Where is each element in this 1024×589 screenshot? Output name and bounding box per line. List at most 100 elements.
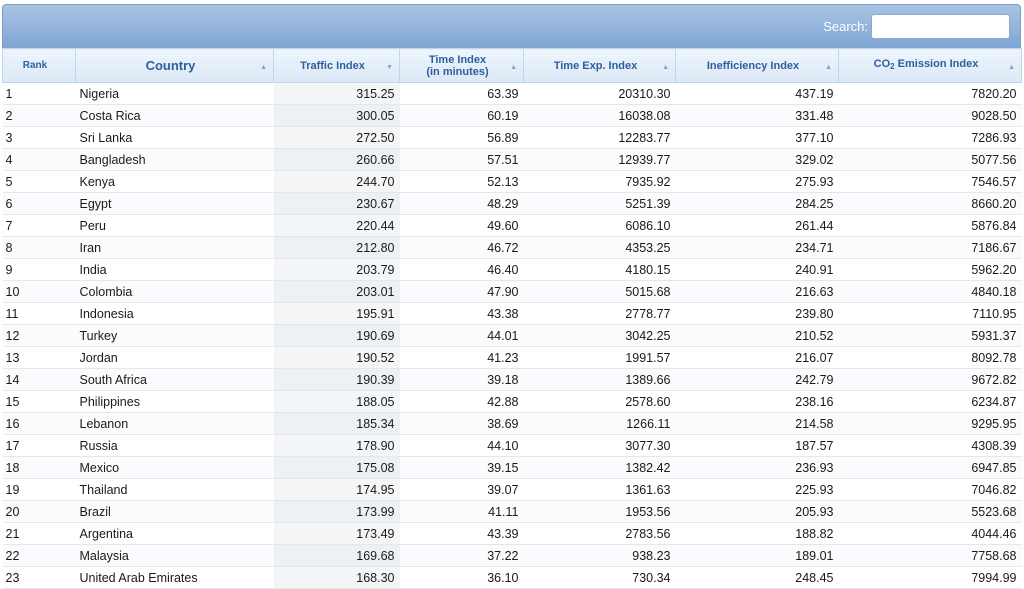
table-row: 10 Colombia 203.01 47.90 5015.68 216.63 4840.1… xyxy=(2,280,1022,303)
traffic-index-cell: 178.90 xyxy=(273,434,400,457)
co2-emission-index-cell: 7046.82 xyxy=(838,478,1022,501)
column-header-inefficiency-index[interactable]: Inefficiency Index ▲ xyxy=(675,48,839,83)
inefficiency-index-cell: 214.58 xyxy=(675,412,839,435)
rank-cell: 7 xyxy=(2,214,76,237)
time-index-cell: 43.39 xyxy=(399,522,524,545)
co2-emission-index-cell: 9028.50 xyxy=(838,104,1022,127)
co2-suffix: Emission Index xyxy=(894,58,979,70)
traffic-index-cell: 212.80 xyxy=(273,236,400,259)
rank-cell: 5 xyxy=(2,170,76,193)
co2-emission-index-cell: 8660.20 xyxy=(838,192,1022,215)
inefficiency-index-cell: 189.01 xyxy=(675,544,839,567)
time-exp-index-cell: 1382.42 xyxy=(523,456,676,479)
traffic-index-cell: 185.34 xyxy=(273,412,400,435)
table-row: 19 Thailand 174.95 39.07 1361.63 225.93 7046.8… xyxy=(2,478,1022,501)
traffic-index-cell: 175.08 xyxy=(273,456,400,479)
co2-emission-index-cell: 4308.39 xyxy=(838,434,1022,457)
rank-cell: 14 xyxy=(2,368,76,391)
rank-cell: 22 xyxy=(2,544,76,567)
country-cell: Malaysia xyxy=(75,544,274,567)
column-header-country[interactable]: Country ▲ xyxy=(75,48,274,83)
column-header-time-exp-index[interactable]: Time Exp. Index ▲ xyxy=(523,48,676,83)
time-exp-index-cell: 938.23 xyxy=(523,544,676,567)
country-cell: Jordan xyxy=(75,346,274,369)
country-cell: Turkey xyxy=(75,324,274,347)
inefficiency-index-cell: 284.25 xyxy=(675,192,839,215)
time-index-cell: 42.88 xyxy=(399,390,524,413)
time-exp-index-cell: 1266.11 xyxy=(523,412,676,435)
table-row: 14 South Africa 190.39 39.18 1389.66 242.79 96… xyxy=(2,368,1022,391)
table-row: 18 Mexico 175.08 39.15 1382.42 236.93 6947.85 xyxy=(2,456,1022,479)
co2-emission-index-cell: 7186.67 xyxy=(838,236,1022,259)
table-row: 11 Indonesia 195.91 43.38 2778.77 239.80 7110.… xyxy=(2,302,1022,325)
time-exp-index-cell: 12939.77 xyxy=(523,148,676,171)
country-cell: Thailand xyxy=(75,478,274,501)
rank-cell: 9 xyxy=(2,258,76,281)
traffic-index-cell: 188.05 xyxy=(273,390,400,413)
data-table: Rank Country ▲ Traffic Index ▼ Time Inde… xyxy=(2,48,1022,589)
co2-emission-index-cell: 7286.93 xyxy=(838,126,1022,149)
rank-cell: 23 xyxy=(2,566,76,589)
time-index-cell: 39.07 xyxy=(399,478,524,501)
co2-emission-index-cell: 7994.99 xyxy=(838,566,1022,589)
inefficiency-index-cell: 240.91 xyxy=(675,258,839,281)
inefficiency-index-cell: 261.44 xyxy=(675,214,839,237)
rank-cell: 17 xyxy=(2,434,76,457)
time-index-cell: 36.10 xyxy=(399,566,524,589)
column-header-label: Traffic Index xyxy=(300,59,365,72)
table-row: 17 Russia 178.90 44.10 3077.30 187.57 4308.39 xyxy=(2,434,1022,457)
sort-desc-icon: ▼ xyxy=(386,64,393,71)
co2-emission-index-cell: 9672.82 xyxy=(838,368,1022,391)
time-index-cell: 46.72 xyxy=(399,236,524,259)
column-header-traffic-index[interactable]: Traffic Index ▼ xyxy=(273,48,400,83)
table-row: 13 Jordan 190.52 41.23 1991.57 216.07 8092.78 xyxy=(2,346,1022,369)
traffic-index-cell: 195.91 xyxy=(273,302,400,325)
traffic-index-cell: 272.50 xyxy=(273,126,400,149)
inefficiency-index-cell: 275.93 xyxy=(675,170,839,193)
co2-emission-index-cell: 5962.20 xyxy=(838,258,1022,281)
time-index-cell: 49.60 xyxy=(399,214,524,237)
country-cell: India xyxy=(75,258,274,281)
country-cell: United Arab Emirates xyxy=(75,566,274,589)
co2-emission-index-cell: 5876.84 xyxy=(838,214,1022,237)
time-exp-index-cell: 1991.57 xyxy=(523,346,676,369)
column-header-co2-emission-index[interactable]: CO2 Emission Index ▲ xyxy=(838,48,1022,83)
table-row: 7 Peru 220.44 49.60 6086.10 261.44 5876.84 xyxy=(2,214,1022,237)
table-body: 1 Nigeria 315.25 63.39 20310.30 437.19 7820.20… xyxy=(2,82,1022,589)
country-cell: Brazil xyxy=(75,500,274,523)
time-index-cell: 41.11 xyxy=(399,500,524,523)
co2-emission-index-cell: 7546.57 xyxy=(838,170,1022,193)
traffic-index-cell: 203.01 xyxy=(273,280,400,303)
time-index-cell: 44.10 xyxy=(399,434,524,457)
inefficiency-index-cell: 216.07 xyxy=(675,346,839,369)
rank-cell: 11 xyxy=(2,302,76,325)
table-row: 21 Argentina 173.49 43.39 2783.56 188.82 4044.… xyxy=(2,522,1022,545)
sort-asc-icon: ▲ xyxy=(1008,64,1015,71)
country-cell: Lebanon xyxy=(75,412,274,435)
time-index-cell: 60.19 xyxy=(399,104,524,127)
inefficiency-index-cell: 437.19 xyxy=(675,82,839,105)
rank-cell: 3 xyxy=(2,126,76,149)
time-exp-index-cell: 16038.08 xyxy=(523,104,676,127)
time-index-cell: 37.22 xyxy=(399,544,524,567)
inefficiency-index-cell: 210.52 xyxy=(675,324,839,347)
search-input[interactable] xyxy=(871,14,1010,39)
column-header-label: Time Exp. Index xyxy=(553,59,638,72)
country-cell: South Africa xyxy=(75,368,274,391)
column-header-time-index[interactable]: Time Index (in minutes) ▲ xyxy=(399,48,524,83)
sort-asc-icon: ▲ xyxy=(260,64,267,71)
rank-cell: 13 xyxy=(2,346,76,369)
time-exp-index-cell: 2578.60 xyxy=(523,390,676,413)
time-index-cell: 39.15 xyxy=(399,456,524,479)
time-exp-index-cell: 7935.92 xyxy=(523,170,676,193)
table-row: 2 Costa Rica 300.05 60.19 16038.08 331.48 9028… xyxy=(2,104,1022,127)
table-row: 20 Brazil 173.99 41.11 1953.56 205.93 5523.68 xyxy=(2,500,1022,523)
country-cell: Iran xyxy=(75,236,274,259)
inefficiency-index-cell: 188.82 xyxy=(675,522,839,545)
time-index-cell: 41.23 xyxy=(399,346,524,369)
column-header-rank[interactable]: Rank xyxy=(2,48,76,83)
time-exp-index-cell: 1361.63 xyxy=(523,478,676,501)
traffic-index-cell: 174.95 xyxy=(273,478,400,501)
co2-emission-index-cell: 7758.68 xyxy=(838,544,1022,567)
time-index-cell: 46.40 xyxy=(399,258,524,281)
